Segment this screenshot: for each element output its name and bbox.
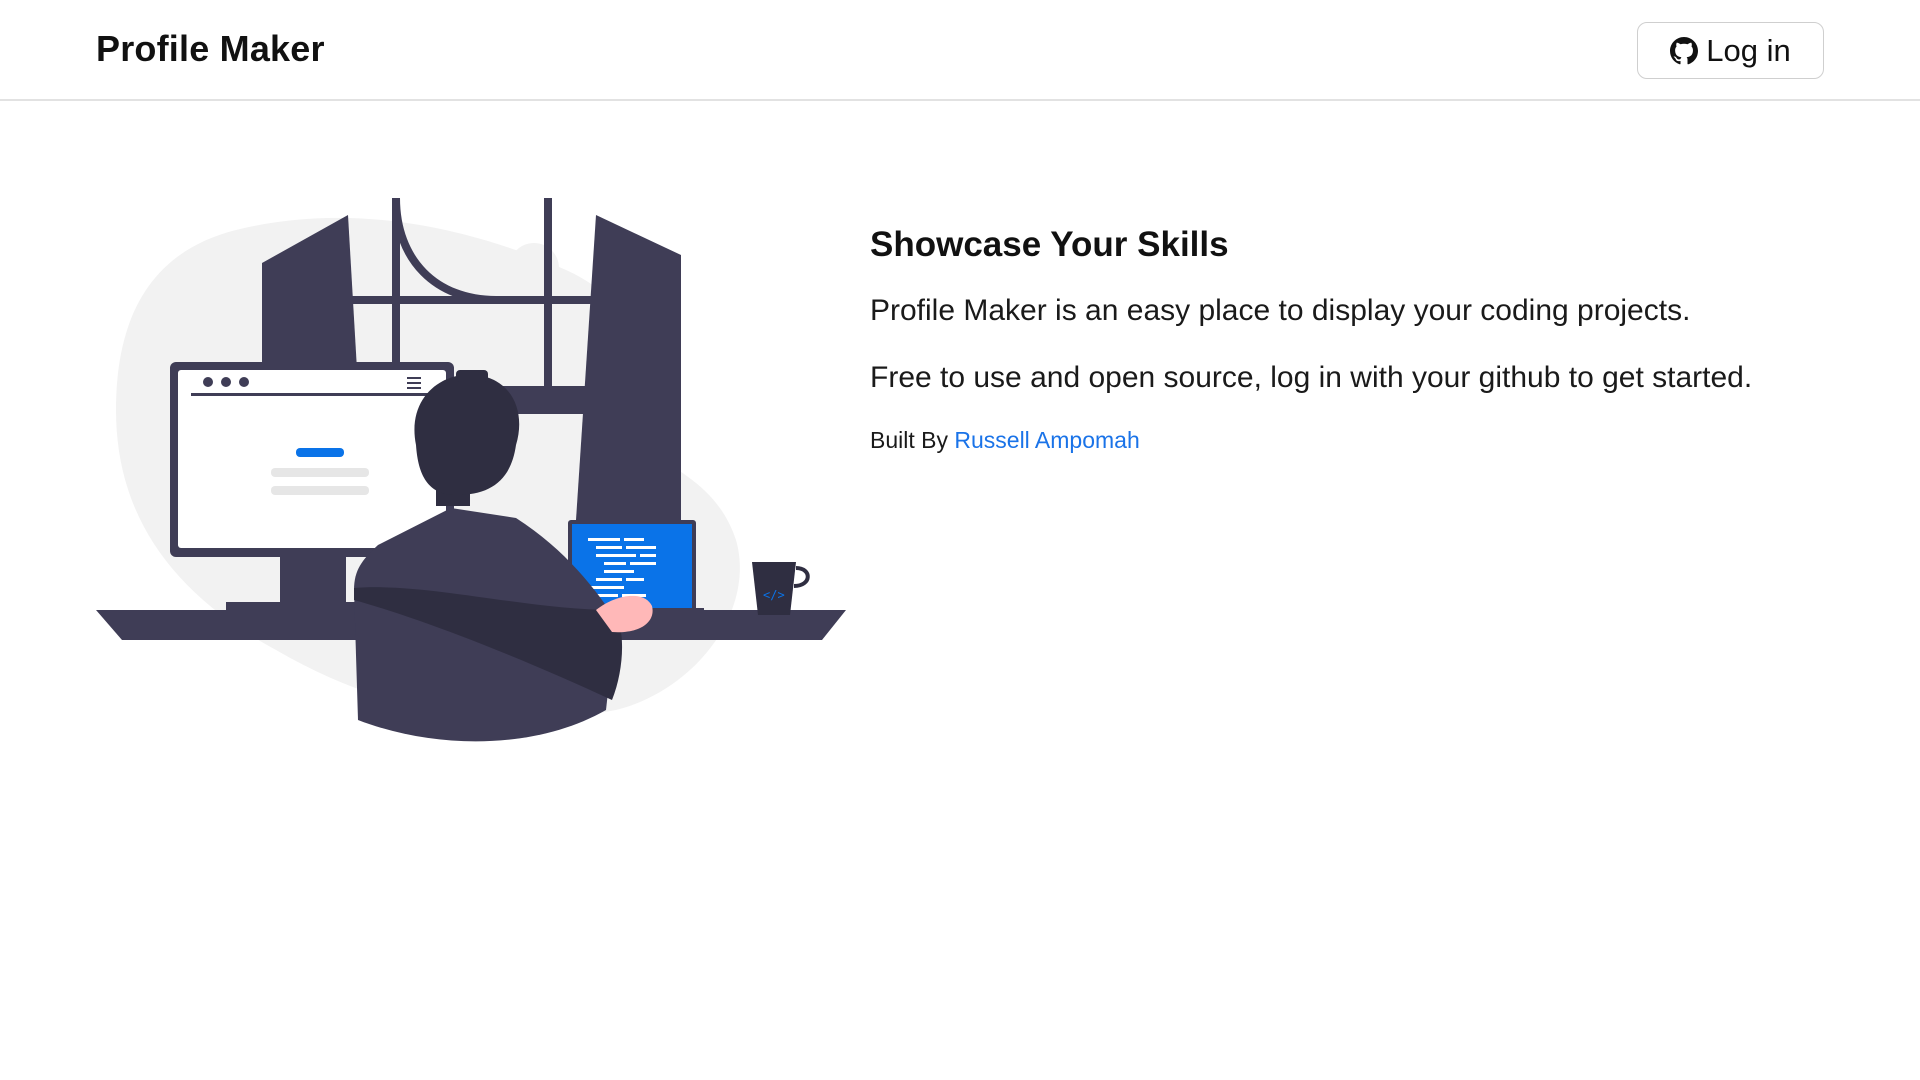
- brand-logo-text[interactable]: Profile Maker: [96, 28, 325, 70]
- window-sill: [348, 296, 588, 304]
- top-navbar: Profile Maker Log in: [0, 0, 1920, 101]
- credit-line: Built By Russell Ampomah: [870, 427, 1810, 454]
- browser-bar: [191, 393, 436, 396]
- monitor-stand: [280, 557, 346, 607]
- hero-paragraph-2: Free to use and open source, log in with…: [870, 361, 1753, 394]
- monitor-screen: [178, 370, 446, 548]
- browser-dot-1: [203, 377, 213, 387]
- person-hair-top: [456, 370, 488, 382]
- window-mullion-1: [392, 198, 400, 388]
- browser-menu-line-1: [407, 377, 421, 379]
- screen-line-1: [271, 468, 369, 477]
- browser-menu-line-2: [407, 382, 421, 384]
- hero-content: Showcase Your Skills Profile Maker is an…: [870, 225, 1810, 454]
- window-mullion-2: [544, 198, 552, 388]
- mug-code-icon: </>: [763, 588, 785, 602]
- window-curtain-right: [576, 215, 681, 520]
- coffee-mug-handle: [793, 566, 810, 588]
- browser-menu-line-3: [407, 387, 421, 389]
- screen-button: [296, 448, 344, 457]
- browser-dot-3: [239, 377, 249, 387]
- developer-at-desk-illustration: </>: [96, 197, 846, 742]
- login-button[interactable]: Log in: [1637, 22, 1824, 79]
- hero-paragraph-1: Profile Maker is an easy place to displa…: [870, 294, 1691, 327]
- browser-dot-2: [221, 377, 231, 387]
- screen-line-2: [271, 486, 369, 495]
- credit-author-link[interactable]: Russell Ampomah: [954, 427, 1139, 453]
- credit-prefix: Built By: [870, 427, 948, 453]
- hero-headline: Showcase Your Skills: [870, 225, 1229, 264]
- github-icon: [1670, 36, 1699, 64]
- login-button-label: Log in: [1706, 32, 1791, 68]
